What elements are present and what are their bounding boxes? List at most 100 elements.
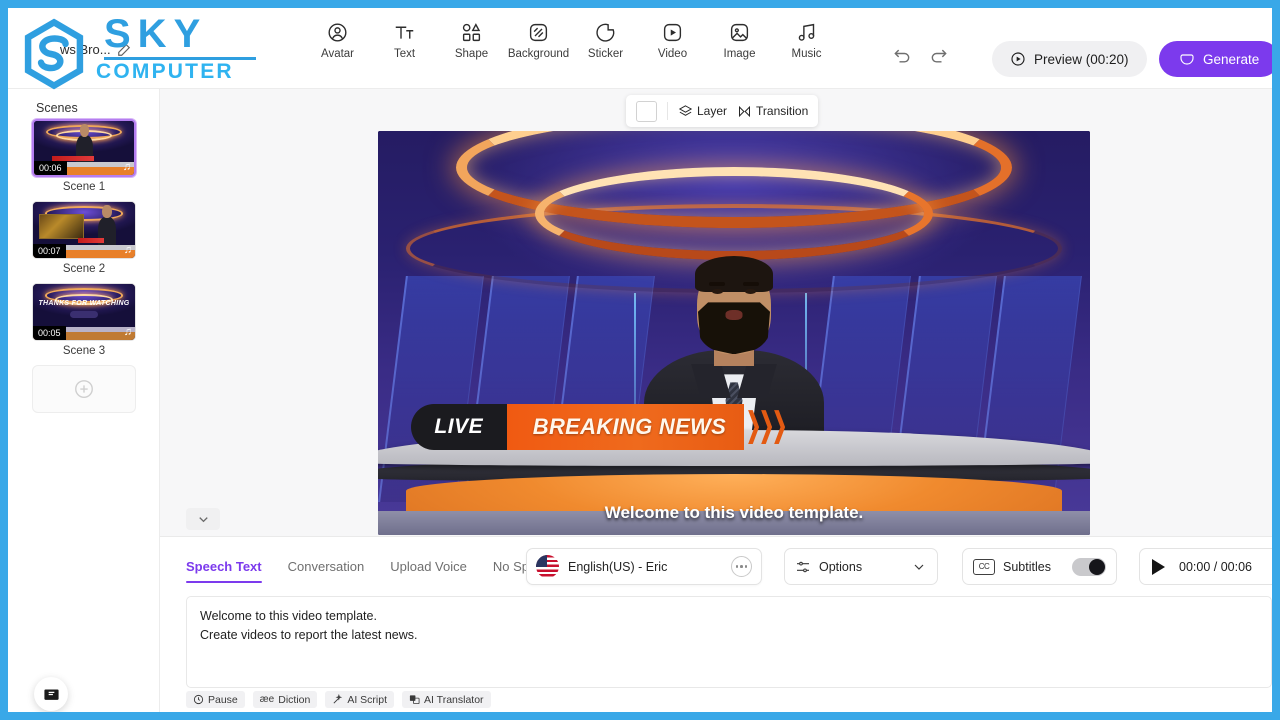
- transition-button-label: Transition: [756, 104, 809, 118]
- redo-icon[interactable]: [929, 46, 949, 66]
- preview-button[interactable]: Preview (00:20): [992, 41, 1147, 77]
- scenes-title: Scenes: [36, 101, 78, 115]
- tab-speech-text[interactable]: Speech Text: [186, 559, 262, 583]
- project-title[interactable]: ws Bro...: [60, 42, 131, 57]
- layer-button[interactable]: Layer: [678, 104, 727, 119]
- add-scene-button[interactable]: [32, 365, 136, 413]
- scene-duration-2: 00:07: [33, 244, 66, 258]
- avatar-icon: [328, 23, 347, 42]
- tool-shape-label: Shape: [454, 48, 489, 60]
- tool-background-label: Background: [507, 48, 570, 60]
- scene-duration-1: 00:06: [34, 161, 67, 175]
- image-icon: [730, 23, 749, 42]
- background-icon: [529, 23, 548, 42]
- generate-button-label: Generate: [1203, 51, 1260, 67]
- music-note-icon: ♫: [123, 244, 132, 256]
- live-badge: LIVE: [410, 404, 507, 451]
- tool-sticker[interactable]: Sticker: [572, 22, 639, 60]
- tool-video[interactable]: Video: [639, 22, 706, 60]
- pause-button[interactable]: Pause: [186, 691, 245, 708]
- screen-decor: [39, 214, 84, 239]
- diction-button-label: Diction: [278, 693, 311, 706]
- play-button[interactable]: [1152, 558, 1165, 575]
- scene-item-2[interactable]: 00:07 ♫ Scene 2: [8, 201, 160, 275]
- speech-tabs: Speech Text Conversation Upload Voice No…: [186, 549, 583, 591]
- undo-icon[interactable]: [892, 46, 912, 66]
- tool-text[interactable]: Text: [371, 22, 438, 60]
- tool-text-label: Text: [393, 48, 416, 60]
- ring-light-inner: [534, 167, 934, 261]
- tool-video-label: Video: [657, 48, 688, 60]
- scene-thumbnail-1[interactable]: 00:06 ♫: [32, 119, 136, 177]
- scenes-panel: Scenes 00:06 ♫ Scene 1 00:07 ♫ Scene 2 T…: [8, 89, 160, 712]
- shape-icon: [462, 23, 481, 42]
- color-swatch-button[interactable]: [636, 100, 657, 122]
- options-dropdown[interactable]: Options: [784, 548, 938, 585]
- tool-avatar[interactable]: Avatar: [304, 22, 371, 60]
- scene-label-3: Scene 3: [62, 345, 106, 357]
- sliders-icon: [797, 561, 809, 572]
- eye-decor: [745, 289, 756, 295]
- options-label: Options: [819, 559, 863, 574]
- tool-music-label: Music: [791, 48, 822, 60]
- layers-icon: [678, 104, 693, 116]
- chevron-down-icon: [914, 564, 924, 570]
- hair-decor: [695, 256, 773, 293]
- ai-translator-button[interactable]: AI Translator: [402, 691, 491, 708]
- generate-icon: [1180, 54, 1194, 65]
- mouth-decor: [725, 310, 743, 321]
- lower-third-banner[interactable]: LIVE BREAKING NEWS: [410, 404, 786, 451]
- music-icon: [798, 23, 815, 41]
- text-icon: [395, 26, 414, 39]
- transition-button[interactable]: Transition: [737, 104, 808, 119]
- feedback-button[interactable]: [34, 677, 68, 711]
- scene-thumbnail-2[interactable]: 00:07 ♫: [32, 201, 136, 259]
- sticker-icon: [596, 23, 615, 42]
- tool-avatar-label: Avatar: [320, 48, 355, 60]
- more-options-icon[interactable]: [731, 556, 752, 577]
- scene-list: 00:06 ♫ Scene 1 00:07 ♫ Scene 2 THANKS F…: [8, 119, 160, 413]
- script-textarea[interactable]: Welcome to this video template. Create v…: [186, 596, 1272, 688]
- tool-music[interactable]: Music: [773, 22, 840, 60]
- scene-duration-3: 00:05: [33, 326, 66, 340]
- video-stage[interactable]: LIVE BREAKING NEWS Welcome to this video…: [378, 131, 1090, 535]
- diction-button[interactable]: æe Diction: [252, 691, 318, 708]
- scene-item-3[interactable]: THANKS FOR WATCHING 00:05 ♫ Scene 3: [8, 283, 160, 357]
- tab-conversation[interactable]: Conversation: [288, 559, 365, 581]
- message-icon: [43, 689, 59, 700]
- scene-thumbnail-3[interactable]: THANKS FOR WATCHING 00:05 ♫: [32, 283, 136, 341]
- ai-script-button-label: AI Script: [347, 693, 388, 706]
- tool-sticker-label: Sticker: [587, 48, 624, 60]
- tool-background[interactable]: Background: [505, 22, 572, 60]
- tab-upload-voice[interactable]: Upload Voice: [390, 559, 467, 581]
- tool-image[interactable]: Image: [706, 22, 773, 60]
- tool-group: Avatar Text Shape Background Sticker Vid…: [304, 22, 840, 60]
- project-title-text: ws Bro...: [60, 42, 111, 57]
- translate-icon: [409, 695, 420, 705]
- clock-icon: [193, 694, 204, 705]
- thanks-box-decor: [69, 310, 99, 318]
- subtitles-toggle[interactable]: [1072, 557, 1106, 576]
- collapse-panel-button[interactable]: [186, 508, 220, 530]
- lower-third-decor: [77, 238, 105, 244]
- stage-subtitle: Welcome to this video template.: [604, 502, 864, 522]
- voice-selector[interactable]: English(US) - Eric: [526, 548, 762, 585]
- tool-shape[interactable]: Shape: [438, 22, 505, 60]
- pencil-icon: [117, 43, 130, 56]
- preview-button-label: Preview (00:20): [1034, 51, 1129, 67]
- cc-icon: CC: [973, 558, 995, 575]
- tool-image-label: Image: [723, 48, 756, 60]
- generate-button[interactable]: Generate: [1159, 41, 1272, 77]
- ai-script-button[interactable]: AI Script: [325, 691, 395, 708]
- brow-decor: [743, 282, 759, 287]
- scene-label-2: Scene 2: [62, 263, 106, 275]
- time-display: 00:00 / 00:06: [1179, 559, 1252, 574]
- canvas-toolbar: Layer Transition: [626, 95, 819, 127]
- music-note-icon: ♫: [122, 161, 131, 173]
- voice-name-label: English(US) - Eric: [568, 559, 668, 574]
- subtitles-control: CC Subtitles: [962, 548, 1117, 585]
- canvas-area: Layer Transition LIVE BREAKING NEWS Welc…: [160, 89, 1272, 536]
- us-flag-icon: [536, 555, 559, 578]
- scene-item-1[interactable]: 00:06 ♫ Scene 1: [8, 119, 160, 193]
- ai-translator-button-label: AI Translator: [424, 693, 484, 706]
